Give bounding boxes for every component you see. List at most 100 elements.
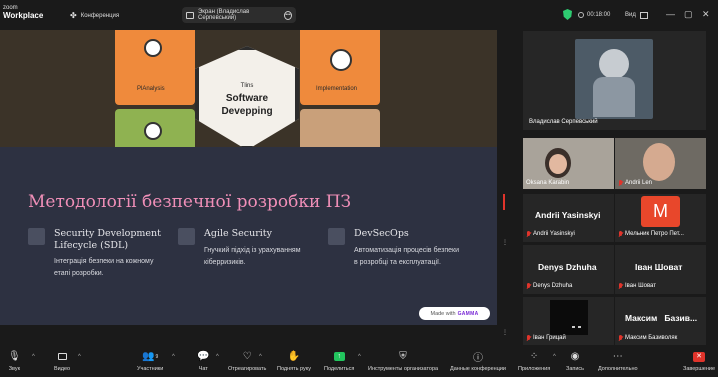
astronaut-avatar <box>575 39 653 119</box>
main-video-tile[interactable]: Владислав Серпевський <box>523 31 706 130</box>
column-description: Автоматизація процесів безпеки в розробці… <box>354 247 459 266</box>
video-options-caret-icon[interactable]: ^ <box>78 354 81 360</box>
maximize-icon[interactable]: ▢ <box>684 8 693 20</box>
slide-illustration: PlAnalysis Implementation Tlins Software… <box>0 30 497 147</box>
participants-count: 9 <box>155 353 159 360</box>
tile-label-implementation: Implementation <box>316 86 358 92</box>
zoom-logo: zoom Workplace <box>3 5 43 20</box>
meeting-info-button[interactable]: ⓘ Данные конференции <box>450 349 506 377</box>
participant-label: Andrii Len <box>618 180 652 186</box>
minimize-icon[interactable]: — <box>666 8 675 20</box>
center-small-text: Tlins <box>240 83 254 89</box>
muted-mic-icon <box>526 283 531 289</box>
audio-button[interactable]: 🎙 Звук <box>8 349 21 377</box>
shield-icon: ⛨ <box>399 351 407 362</box>
apps-button[interactable]: ⁘ Приложения <box>518 349 550 377</box>
participant-label: Іван Грицай <box>526 335 566 341</box>
participant-tile-oksana[interactable]: Oksana Karabin <box>523 138 614 189</box>
record-icon: ◉ <box>570 351 580 362</box>
end-meeting-button[interactable]: ✕ Завершение <box>683 349 715 377</box>
participant-big-name: Denys Dzhuha <box>538 262 597 272</box>
meeting-toolbar: 🎙 Звук ^ Видео ^ 👥 9 Участники ^ 💬 Чат ^ … <box>0 349 718 377</box>
participant-label: Andrii Yasinskyi <box>526 231 575 237</box>
chat-options-caret-icon[interactable]: ^ <box>216 354 219 360</box>
audio-options-caret-icon[interactable]: ^ <box>32 354 35 360</box>
share-options-caret-icon[interactable]: ^ <box>358 354 361 360</box>
shared-screen[interactable]: PlAnalysis Implementation Tlins Software… <box>0 30 497 325</box>
splitter-handle-icon-lower[interactable]: ⋮ <box>502 330 508 336</box>
participant-label: Максим Базиволяк <box>618 335 677 341</box>
muted-mic-icon <box>618 180 623 186</box>
apps-icon: ⁘ <box>529 351 539 362</box>
muted-mic-icon <box>618 283 623 289</box>
participant-avatar-initial: M <box>641 196 680 227</box>
screen-share-options-icon[interactable]: ••• <box>284 10 292 20</box>
video-button[interactable]: Видео <box>54 349 70 377</box>
conference-menu-button[interactable]: ✤ Конференция <box>70 9 119 22</box>
column-heading: Security Development Lifecycle (SDL) <box>54 228 161 251</box>
splitter-handle-icon[interactable]: ⋮ <box>502 240 508 246</box>
security-shield-icon[interactable] <box>563 9 572 20</box>
column-description: Інтеграція безпеки на кожному етапі розро… <box>54 258 154 277</box>
chat-button[interactable]: 💬 Чат <box>197 349 209 377</box>
participants-icon: 👥 9 <box>142 351 159 362</box>
center-line1: Software <box>225 93 269 104</box>
participant-tile-andrii-yasinskyi[interactable]: Andrii Yasinskyi Andrii Yasinskyi <box>523 194 614 242</box>
muted-mic-icon <box>526 335 531 341</box>
timer-dot-icon <box>578 12 584 18</box>
screen-share-indicator[interactable]: Экран (Владислав Серпевський) ••• <box>182 7 296 23</box>
participant-label: Oksana Karabin <box>526 180 570 186</box>
participant-tile-denys[interactable]: Denys Dzhuha Denys Dzhuha <box>523 245 614 294</box>
muted-mic-icon <box>526 231 531 237</box>
conference-label: Конференция <box>80 12 120 19</box>
record-button[interactable]: ◉ Запись <box>566 349 584 377</box>
participant-big-name: Максим Базив... <box>625 313 698 323</box>
column-heading: DevSecOps <box>354 228 409 239</box>
view-button[interactable]: Вид <box>625 9 648 21</box>
column-bullet-icon <box>28 228 45 245</box>
tile-label-analysis: PlAnalysis <box>137 86 165 92</box>
participant-tile-andrii-len[interactable]: Andrii Len <box>615 138 706 189</box>
host-tools-button[interactable]: ⛨ Инструменты организатора <box>368 349 438 377</box>
participant-tile-maksym[interactable]: Максим Базив... Максим Базиволяк <box>615 297 706 345</box>
share-screen-button[interactable]: ↑ Поделиться <box>324 349 354 377</box>
info-icon: ⓘ <box>473 353 483 364</box>
slide-title: Методології безпечної розробки ПЗ <box>28 192 352 212</box>
react-options-caret-icon[interactable]: ^ <box>259 354 262 360</box>
participant-tile-ivan-hrytsai[interactable]: Іван Грицай <box>523 297 614 345</box>
more-button[interactable]: ⋯ Дополнительно <box>598 349 638 377</box>
video-camera-icon <box>57 349 67 364</box>
column-bullet-icon <box>178 228 195 245</box>
participant-big-name: Іван Шоват <box>635 262 683 272</box>
participant-label: Denys Dzhuha <box>526 283 572 289</box>
column-bullet-icon <box>328 228 345 245</box>
logo-line2: Workplace <box>3 11 44 20</box>
timer-text: 00:18:00 <box>587 12 611 18</box>
close-icon[interactable]: ✕ <box>702 8 710 20</box>
center-line2: Devepping <box>221 106 273 117</box>
document-icon <box>144 39 162 57</box>
raise-hand-button[interactable]: ✋ Поднять руку <box>277 349 311 377</box>
view-grid-icon <box>639 11 648 19</box>
muted-mic-icon <box>618 231 623 237</box>
participants-button[interactable]: 👥 9 Участники <box>137 349 163 377</box>
chart-icon <box>144 122 162 140</box>
meeting-timer: 00:18:00 <box>578 9 610 21</box>
column-heading: Agile Security <box>204 228 272 239</box>
video-player-icon <box>330 49 352 71</box>
microphone-icon: 🎙 <box>8 351 21 362</box>
made-with-gamma-badge[interactable]: Made with GAMMA <box>419 307 490 320</box>
participant-video-dark <box>550 300 588 335</box>
view-label: Вид <box>625 12 636 18</box>
raise-hand-icon: ✋ <box>287 351 301 362</box>
share-screen-icon: ↑ <box>333 349 345 364</box>
top-bar: zoom Workplace ✤ Конференция Экран (Влад… <box>0 0 718 30</box>
heart-icon: ♡ <box>242 351 252 362</box>
main-tile-name: Владислав Серпевський <box>529 119 598 125</box>
participants-options-caret-icon[interactable]: ^ <box>172 354 175 360</box>
participant-label: Іван Шоват <box>618 283 656 289</box>
apps-options-caret-icon[interactable]: ^ <box>553 354 556 360</box>
end-call-icon: ✕ <box>693 349 705 364</box>
participant-tile-ivan-shovat[interactable]: Іван Шоват Іван Шоват <box>615 245 706 294</box>
chat-icon: 💬 <box>197 351 210 362</box>
